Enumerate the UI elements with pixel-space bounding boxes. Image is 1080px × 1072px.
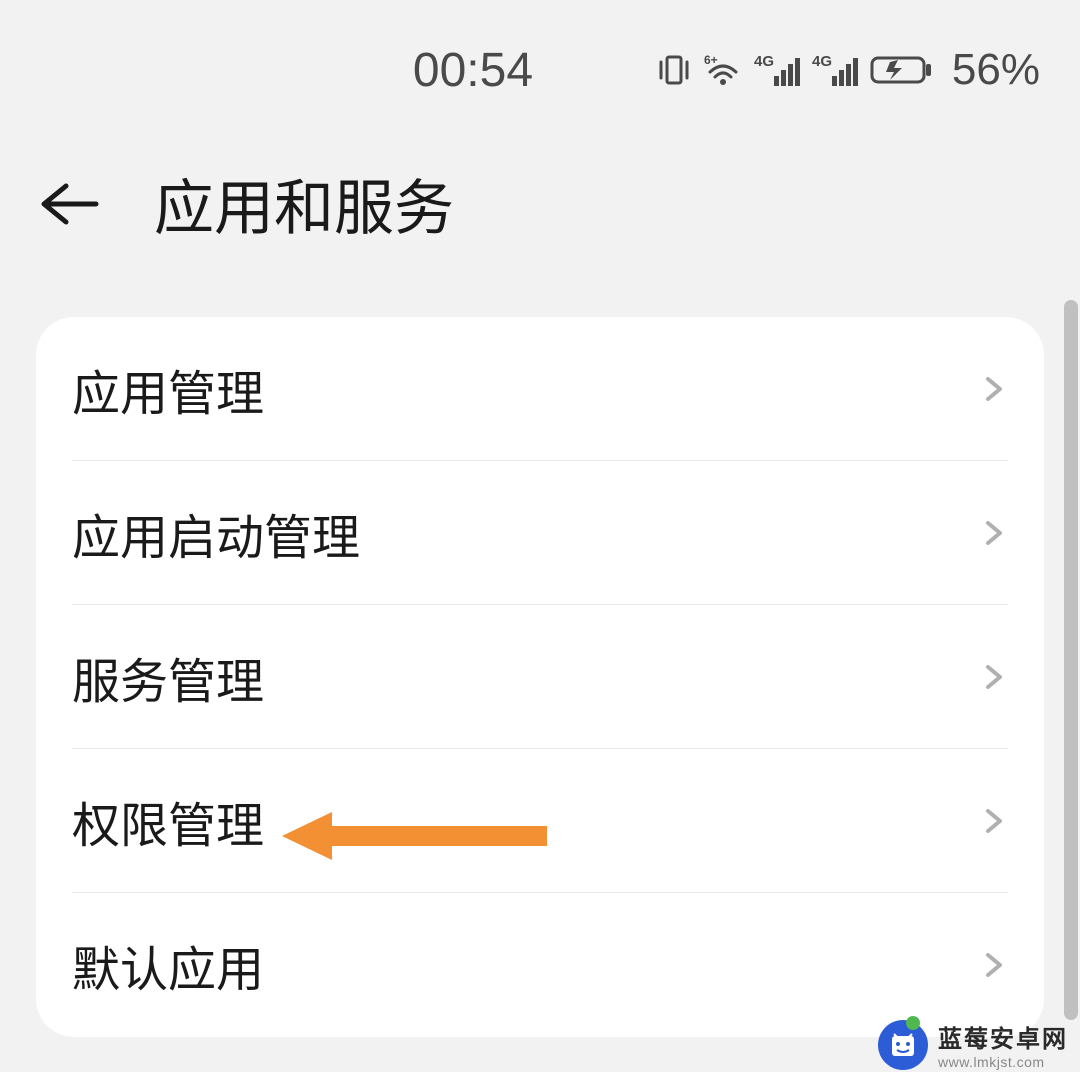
- list-item-service-management[interactable]: 服务管理: [72, 605, 1008, 749]
- item-label: 应用启动管理: [72, 498, 360, 568]
- chevron-right-icon: [980, 951, 1008, 979]
- battery-percent: 56%: [952, 45, 1040, 95]
- status-bar: 00:54 6+ 4G 4G 56%: [0, 0, 1080, 120]
- watermark-url: www.lmkjst.com: [938, 1054, 1045, 1070]
- svg-text:4G: 4G: [812, 53, 832, 70]
- watermark-text: 蓝莓安卓网 www.lmkjst.com: [938, 1019, 1068, 1070]
- watermark-logo-icon: [878, 1020, 928, 1070]
- signal-2-icon: 4G: [812, 52, 860, 88]
- svg-text:4G: 4G: [754, 53, 774, 70]
- back-button[interactable]: [34, 169, 104, 239]
- chevron-right-icon: [980, 375, 1008, 403]
- chevron-right-icon: [980, 807, 1008, 835]
- page-title: 应用和服务: [154, 160, 454, 247]
- item-label: 默认应用: [72, 930, 264, 1000]
- page-header: 应用和服务: [0, 120, 1080, 317]
- watermark-title: 蓝莓安卓网: [938, 1019, 1068, 1054]
- scrollbar-thumb[interactable]: [1064, 300, 1078, 1020]
- status-right: 6+ 4G 4G 56%: [656, 45, 1040, 95]
- list-item-permission-management[interactable]: 权限管理: [72, 749, 1008, 893]
- arrow-left-icon: [38, 180, 100, 228]
- list-item-app-launch[interactable]: 应用启动管理: [72, 461, 1008, 605]
- list-item-app-management[interactable]: 应用管理: [72, 317, 1008, 461]
- item-label: 服务管理: [72, 642, 264, 712]
- wifi-icon: 6+: [702, 52, 744, 88]
- svg-text:6+: 6+: [704, 53, 718, 67]
- signal-1-icon: 4G: [754, 52, 802, 88]
- item-label: 应用管理: [72, 354, 264, 424]
- item-label: 权限管理: [72, 786, 264, 856]
- vibrate-icon: [656, 52, 692, 88]
- settings-card: 应用管理 应用启动管理 服务管理 权限管理 默认应用: [36, 317, 1044, 1037]
- chevron-right-icon: [980, 663, 1008, 691]
- clock-time: 00:54: [413, 43, 533, 98]
- battery-icon: [870, 52, 934, 88]
- chevron-right-icon: [980, 519, 1008, 547]
- status-left: 00:54: [40, 43, 656, 98]
- scrollbar[interactable]: [1064, 300, 1078, 1050]
- watermark: 蓝莓安卓网 www.lmkjst.com: [866, 1013, 1080, 1072]
